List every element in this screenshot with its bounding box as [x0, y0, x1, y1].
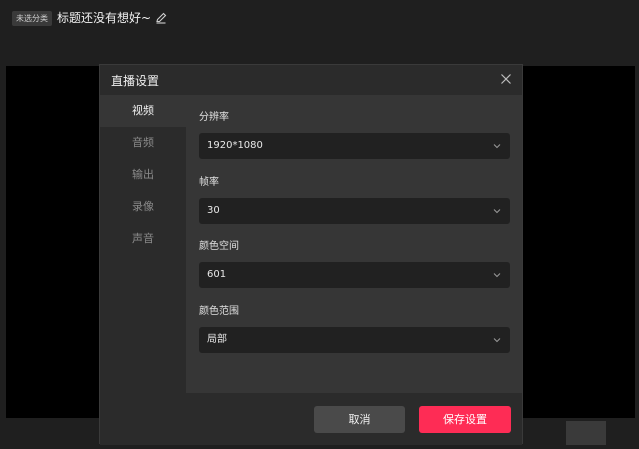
category-tag[interactable]: 未选分类	[12, 11, 52, 26]
color-space-select[interactable]: 601	[199, 262, 510, 288]
color-range-label: 颜色范围	[199, 306, 239, 317]
stream-title: 标题还没有想好~	[57, 11, 152, 25]
framerate-select[interactable]: 30	[199, 198, 510, 224]
pencil-icon[interactable]	[154, 11, 168, 25]
cancel-button[interactable]: 取消	[314, 406, 405, 433]
settings-nav: 视频 音频 输出 录像 声音	[100, 95, 186, 393]
nav-item-video[interactable]: 视频	[100, 95, 186, 127]
nav-item-sound[interactable]: 声音	[100, 223, 186, 255]
nav-item-recording[interactable]: 录像	[100, 191, 186, 223]
chevron-down-icon	[493, 144, 501, 149]
save-settings-button[interactable]: 保存设置	[419, 406, 511, 433]
resolution-value: 1920*1080	[207, 140, 263, 151]
close-icon[interactable]	[500, 73, 512, 85]
chevron-down-icon	[493, 273, 501, 278]
color-range-value: 局部	[207, 334, 227, 345]
framerate-value: 30	[207, 205, 220, 216]
color-range-select[interactable]: 局部	[199, 327, 510, 353]
chevron-down-icon	[493, 338, 501, 343]
settings-content: 分辨率 1920*1080 帧率 30 颜色空间 601 颜色范围 局部	[186, 95, 522, 393]
color-space-value: 601	[207, 269, 227, 280]
color-space-label: 颜色空间	[199, 241, 239, 252]
dialog-header: 直播设置	[100, 65, 522, 95]
bottom-control-button[interactable]	[566, 421, 606, 445]
resolution-label: 分辨率	[199, 112, 229, 123]
framerate-label: 帧率	[199, 177, 219, 188]
live-settings-dialog: 直播设置 视频 音频 输出 录像 声音 分辨率 1920*1080 帧率 30 …	[99, 64, 523, 445]
top-bar: 未选分类 标题还没有想好~	[0, 0, 639, 36]
nav-item-output[interactable]: 输出	[100, 159, 186, 191]
dialog-title: 直播设置	[111, 74, 160, 88]
chevron-down-icon	[493, 209, 501, 214]
dialog-footer: 取消 保存设置	[100, 393, 522, 445]
nav-item-audio[interactable]: 音频	[100, 127, 186, 159]
resolution-select[interactable]: 1920*1080	[199, 133, 510, 159]
